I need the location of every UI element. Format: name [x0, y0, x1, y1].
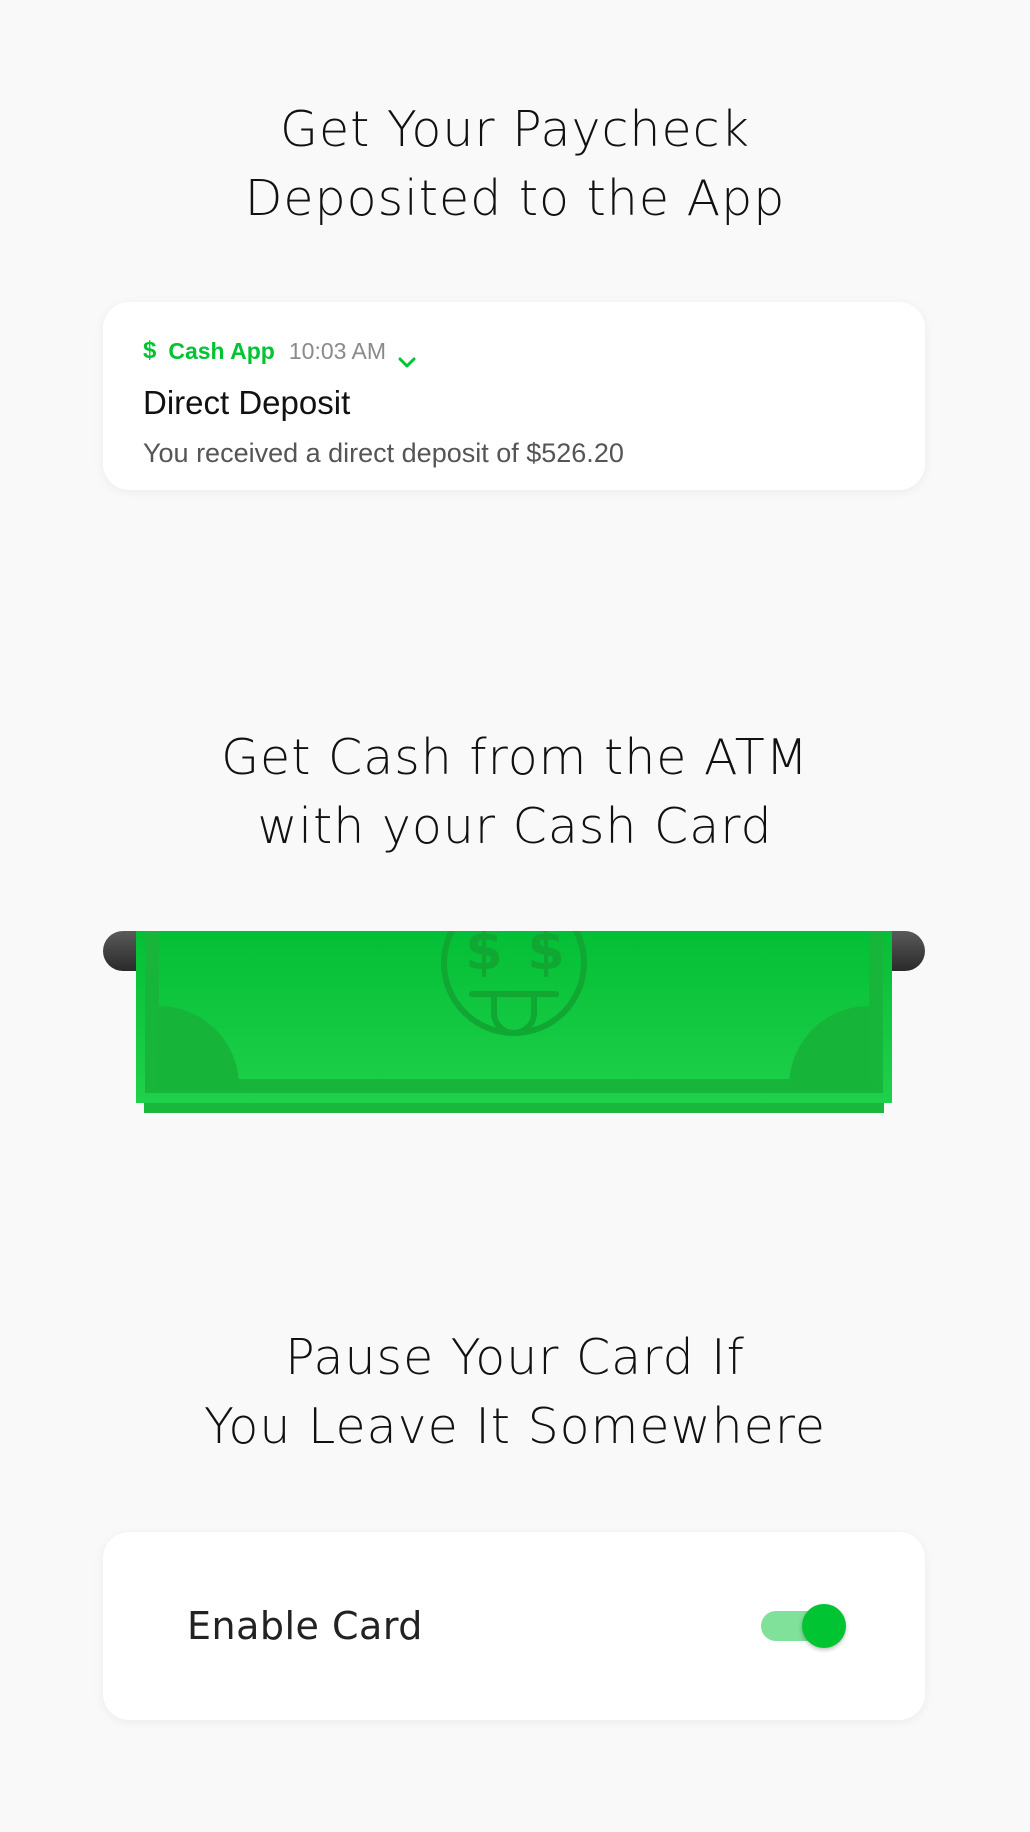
dollar-icon: $: [143, 337, 157, 364]
notification-header: $ Cash App 10:03 AM: [143, 335, 416, 368]
chevron-down-icon[interactable]: [398, 345, 416, 368]
paycheck-heading: Get Your Paycheck Deposited to the App: [0, 95, 1030, 233]
enable-card-row: Enable Card: [103, 1532, 925, 1720]
pause-heading-line1: Pause Your Card If: [285, 1329, 745, 1386]
toggle-knob: [802, 1604, 846, 1648]
direct-deposit-notification[interactable]: $ Cash App 10:03 AM Direct Deposit You r…: [103, 302, 925, 490]
enable-card-label: Enable Card: [187, 1604, 423, 1648]
notification-body: You received a direct deposit of $526.20: [143, 438, 624, 468]
svg-text:$: $: [527, 931, 565, 982]
paycheck-heading-line2: Deposited to the App: [244, 170, 786, 227]
paycheck-heading-line1: Get Your Paycheck: [280, 101, 750, 158]
pause-heading: Pause Your Card If You Leave It Somewher…: [0, 1323, 1030, 1461]
atm-heading: Get Cash from the ATM with your Cash Car…: [0, 723, 1030, 861]
notification-app-name: Cash App: [168, 338, 275, 364]
cash-bill-illustration: $ $: [136, 890, 892, 1121]
atm-heading-line1: Get Cash from the ATM: [221, 729, 809, 786]
enable-card-toggle[interactable]: [758, 1600, 848, 1652]
notification-time: 10:03 AM: [288, 338, 387, 364]
notification-title: Direct Deposit: [143, 384, 351, 421]
atm-heading-line2: with your Cash Card: [257, 798, 773, 855]
svg-text:$: $: [465, 931, 503, 982]
pause-heading-line2: You Leave It Somewhere: [203, 1398, 827, 1455]
